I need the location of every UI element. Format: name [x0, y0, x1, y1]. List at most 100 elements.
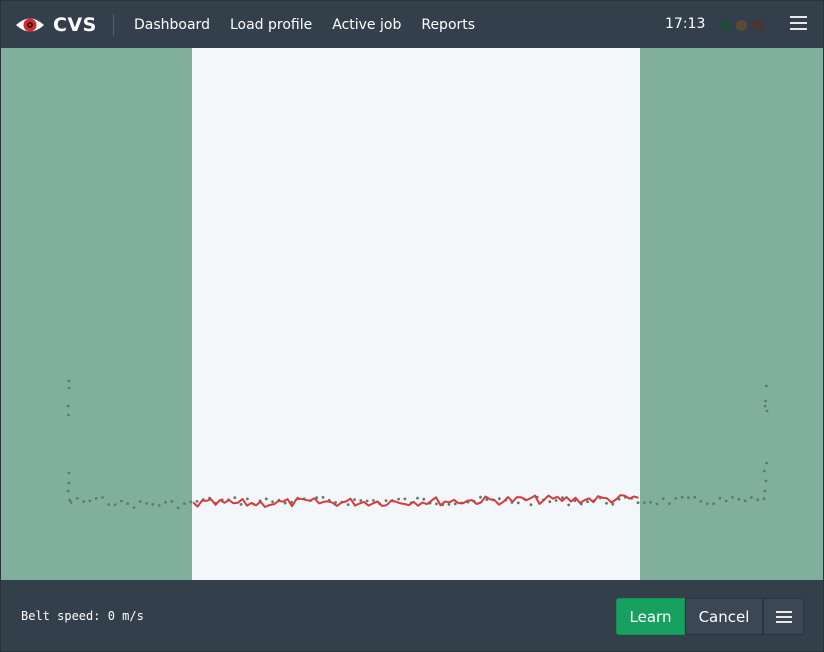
profile-point: [246, 497, 249, 501]
profile-point: [233, 496, 237, 499]
profile-point: [674, 496, 678, 500]
profile-point: [353, 498, 356, 501]
profile-point: [88, 499, 92, 503]
profile-point: [195, 500, 199, 503]
footer-bar: Belt speed: 0 m/s Learn Cancel: [1, 580, 823, 651]
top-navbar: CVS Dashboard Load profile Active job Re…: [1, 1, 823, 48]
profile-point: [101, 496, 104, 499]
profile-point: [67, 471, 71, 475]
profile-point: [132, 506, 136, 509]
profile-point: [82, 500, 85, 503]
profile-point: [359, 499, 363, 502]
profile-plot-svg: [66, 48, 769, 580]
profile-point: [529, 503, 533, 507]
profile-point: [699, 499, 703, 503]
profile-point: [120, 499, 123, 503]
profile-point: [170, 500, 174, 503]
profile-point: [731, 496, 734, 499]
profile-point: [416, 496, 419, 500]
profile-point: [164, 500, 167, 504]
profile-point: [403, 497, 407, 501]
profile-point: [397, 497, 400, 501]
profile-point: [453, 502, 457, 506]
profile-point: [479, 495, 482, 499]
profile-point: [763, 404, 767, 408]
profile-point: [239, 503, 243, 506]
profile-point: [157, 504, 161, 507]
profile-point: [69, 501, 73, 504]
profile-point: [554, 499, 558, 502]
profile-point: [661, 497, 665, 501]
nav-item-dashboard[interactable]: Dashboard: [134, 17, 210, 33]
profile-point: [693, 495, 697, 499]
profile-point: [724, 499, 728, 503]
brand[interactable]: CVS: [15, 12, 97, 38]
profile-point: [145, 502, 149, 505]
profile-point: [762, 497, 766, 501]
profile-point: [176, 506, 180, 510]
profile-point: [586, 500, 589, 504]
profile-point: [384, 499, 388, 502]
profile-point: [67, 481, 71, 485]
profile-point: [718, 496, 722, 500]
profile-point: [346, 503, 350, 506]
profile-point: [764, 399, 767, 403]
profile-point: [605, 501, 608, 505]
profile-point: [365, 499, 369, 503]
profile-point: [705, 502, 709, 505]
profile-point: [737, 497, 741, 501]
profile-point: [422, 497, 426, 501]
profile-point: [68, 498, 72, 502]
learn-button[interactable]: Learn: [616, 598, 685, 635]
profile-point: [712, 502, 715, 506]
status-light-red-icon: [752, 20, 763, 31]
profile-point: [636, 501, 640, 505]
footer-menu-button[interactable]: [763, 598, 804, 635]
profile-point: [271, 500, 274, 504]
profile-point: [435, 502, 438, 506]
profile-point: [372, 499, 375, 502]
profile-point: [765, 409, 769, 413]
profile-point: [765, 461, 768, 465]
eye-logo-icon: [16, 18, 44, 32]
nav-item-load-profile[interactable]: Load profile: [230, 17, 312, 33]
hamburger-menu-icon[interactable]: [790, 16, 807, 30]
profile-point: [67, 379, 71, 383]
main-nav: Dashboard Load profile Active job Report…: [134, 1, 495, 48]
profile-point: [642, 501, 646, 504]
profile-point: [743, 499, 747, 503]
app-name: CVS: [53, 14, 97, 36]
hamburger-menu-icon: [775, 608, 792, 626]
status-light-green-icon: [720, 20, 731, 31]
cancel-button[interactable]: Cancel: [685, 598, 763, 635]
profile-point: [66, 489, 70, 493]
profile-point: [516, 501, 520, 505]
profile-point: [548, 500, 552, 504]
profile-point: [763, 489, 767, 493]
profile-point: [107, 503, 111, 506]
profile-point: [687, 496, 690, 500]
profile-point: [67, 386, 71, 390]
belt-speed: Belt speed: 0 m/s: [21, 609, 144, 623]
profile-point: [680, 495, 684, 499]
profile-point: [113, 503, 117, 507]
nav-item-active-job[interactable]: Active job: [332, 17, 401, 33]
profile-point: [66, 404, 70, 408]
profile-point: [67, 413, 70, 417]
profile-point: [94, 497, 98, 500]
profile-point: [138, 500, 142, 503]
nav-item-reports[interactable]: Reports: [421, 17, 475, 33]
profile-point: [498, 497, 501, 501]
profile-point: [75, 496, 79, 500]
nav-divider: [113, 14, 114, 36]
profile-point: [264, 497, 268, 501]
profile-point: [321, 496, 325, 499]
action-button-group: Learn Cancel: [616, 598, 804, 635]
profile-point: [447, 503, 451, 506]
profile-point: [765, 384, 768, 388]
profile-point: [756, 498, 760, 502]
profile-point: [655, 502, 659, 506]
profile-point: [567, 503, 571, 507]
profile-point: [151, 503, 155, 506]
profile-point: [764, 479, 768, 483]
